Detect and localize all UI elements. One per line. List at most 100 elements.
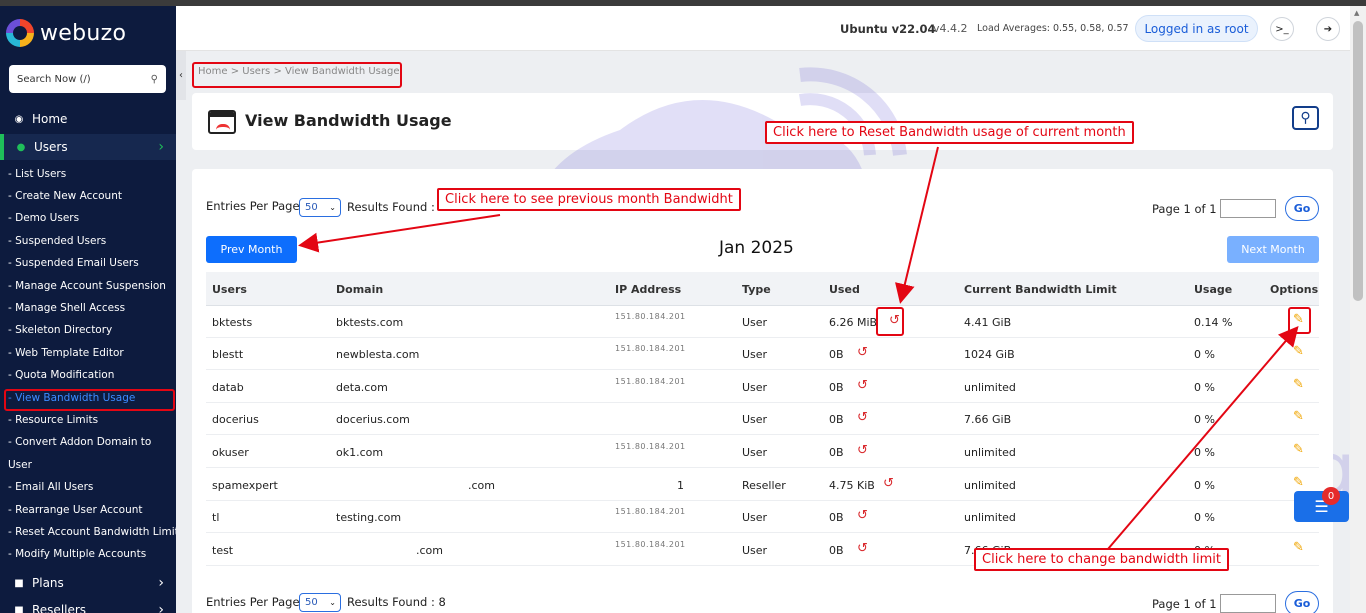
sidebar-subitem[interactable]: - Email All Users	[8, 481, 93, 493]
col-limit[interactable]: Current Bandwidth Limit	[964, 283, 1117, 296]
sidebar-subitem[interactable]: - Demo Users	[8, 212, 79, 224]
go-button[interactable]: Go	[1285, 196, 1319, 221]
sidebar-subitem[interactable]: - Reset Account Bandwidth Limit	[8, 526, 176, 538]
edit-limit-icon[interactable]: ✎	[1293, 475, 1304, 490]
sidebar-item-home[interactable]: ◉ Home	[0, 106, 176, 132]
scrollbar-thumb[interactable]	[1353, 21, 1363, 301]
sidebar-item-resellers[interactable]: ■ Resellers ›	[0, 597, 176, 613]
table-row: datab deta.com 151.80.184.201 User 0B unlimit…	[206, 371, 1319, 403]
chevron-down-icon: ⌄	[329, 598, 336, 607]
cell-domain[interactable]: bktests.com	[336, 316, 403, 329]
cell-domain[interactable]: testing.com	[336, 511, 401, 524]
bandwidth-icon	[208, 110, 236, 134]
col-used[interactable]: Used	[829, 283, 860, 296]
cell-domain[interactable]: newblesta.com	[336, 348, 419, 361]
cell-domain[interactable]: .com	[416, 544, 443, 557]
edit-limit-icon[interactable]: ✎	[1293, 377, 1304, 392]
col-domain[interactable]: Domain	[336, 283, 383, 296]
cell-domain[interactable]: .com	[468, 479, 495, 492]
logged-in-user-button[interactable]: Logged in as root	[1135, 15, 1258, 42]
cell-usage: 0 %	[1194, 511, 1215, 524]
annotation-prev-month: Click here to see previous month Bandwid…	[437, 188, 741, 211]
sidebar-subitem[interactable]: - Quota Modification	[8, 369, 114, 381]
webuzo-version: v4.4.2	[933, 22, 968, 35]
search-button[interactable]: ⚲	[1292, 106, 1319, 130]
sidebar-collapse-toggle[interactable]: ‹	[176, 50, 186, 100]
cell-ip: 151.80.184.201	[615, 442, 686, 449]
col-type[interactable]: Type	[742, 283, 771, 296]
cell-limit: 4.41 GiB	[964, 316, 1012, 329]
entries-per-page-select[interactable]: 50 ⌄	[299, 198, 341, 217]
edit-limit-icon[interactable]: ✎	[1293, 540, 1304, 555]
page-number-input-bottom[interactable]	[1220, 594, 1276, 613]
sidebar-subitem[interactable]: - Suspended Email Users	[8, 257, 139, 269]
cell-domain[interactable]: docerius.com	[336, 413, 410, 426]
breadcrumb-highlight	[192, 62, 402, 88]
cell-user[interactable]: blestt	[212, 348, 243, 361]
reset-bandwidth-icon[interactable]: ↺	[857, 345, 868, 360]
results-found: Results Found : 8	[347, 200, 446, 214]
col-usage[interactable]: Usage	[1194, 283, 1232, 296]
sidebar-subitem[interactable]: - Modify Multiple Accounts	[8, 548, 146, 560]
sidebar-subitem[interactable]: - Resource Limits	[8, 414, 98, 426]
sidebar-subitem[interactable]: - Manage Shell Access	[8, 302, 125, 314]
cell-type: User	[742, 544, 768, 557]
sidebar-search-input[interactable]: Search Now (/) ⚲	[9, 65, 166, 93]
sidebar-subitem[interactable]: - Web Template Editor	[8, 347, 124, 359]
cell-used: 4.75 KiB	[829, 479, 875, 492]
entries-per-page-select-bottom[interactable]: 50 ⌄	[299, 593, 341, 612]
col-users[interactable]: Users	[212, 283, 247, 296]
logo-icon	[6, 19, 34, 47]
sidebar-subitem[interactable]: User	[8, 459, 32, 471]
sidebar-item-plans[interactable]: ■ Plans ›	[0, 570, 176, 596]
logout-button[interactable]: ➔	[1316, 17, 1340, 41]
cell-domain[interactable]: ok1.com	[336, 446, 383, 459]
cell-used: 0B	[829, 544, 844, 557]
next-month-button[interactable]: Next Month	[1227, 236, 1319, 263]
reset-bandwidth-icon[interactable]: ↺	[857, 378, 868, 393]
reset-bandwidth-icon[interactable]: ↺	[857, 508, 868, 523]
page-scrollbar[interactable]: ▲	[1350, 6, 1366, 613]
reset-bandwidth-icon[interactable]: ↺	[857, 541, 868, 556]
sidebar-item-users[interactable]: ● Users ›	[0, 134, 176, 160]
cell-type: User	[742, 381, 768, 394]
cell-user[interactable]: datab	[212, 381, 244, 394]
user-icon: ●	[16, 141, 26, 153]
cell-limit: unlimited	[964, 479, 1016, 492]
cell-ip: 151.80.184.201	[615, 312, 686, 319]
resellers-icon: ■	[14, 604, 24, 613]
search-icon: ⚲	[1300, 110, 1311, 126]
cell-user[interactable]: docerius	[212, 413, 259, 426]
cell-user[interactable]: spamexpert	[212, 479, 278, 492]
sidebar-subitem[interactable]: - List Users	[8, 168, 66, 180]
cell-type: User	[742, 413, 768, 426]
go-button-bottom[interactable]: Go	[1285, 591, 1319, 613]
chevron-right-icon: ›	[158, 602, 164, 613]
cell-user[interactable]: bktests	[212, 316, 252, 329]
chevron-right-icon: ›	[158, 139, 164, 155]
edit-limit-icon[interactable]: ✎	[1293, 442, 1304, 457]
cell-used: 0B	[829, 413, 844, 426]
prev-month-button[interactable]: Prev Month	[206, 236, 297, 263]
reset-bandwidth-icon[interactable]: ↺	[857, 443, 868, 458]
webuzo-logo[interactable]: webuzo	[6, 16, 126, 50]
cell-domain[interactable]: deta.com	[336, 381, 388, 394]
sidebar-subitem[interactable]: - Manage Account Suspension	[8, 280, 166, 292]
terminal-button[interactable]: >_	[1270, 17, 1294, 41]
sidebar-subitem[interactable]: - Convert Addon Domain to	[8, 436, 151, 448]
reset-bandwidth-icon[interactable]: ↺	[883, 476, 894, 491]
sidebar-subitem[interactable]: - Create New Account	[8, 190, 122, 202]
sidebar-subitem[interactable]: - Rearrange User Account	[8, 504, 143, 516]
cell-used: 6.26 MiB	[829, 316, 878, 329]
cell-user[interactable]: tl	[212, 511, 219, 524]
col-ip[interactable]: IP Address	[615, 283, 681, 296]
cell-user[interactable]: test	[212, 544, 233, 557]
cell-user[interactable]: okuser	[212, 446, 249, 459]
edit-limit-icon[interactable]: ✎	[1293, 409, 1304, 424]
sidebar-subitem[interactable]: - Skeleton Directory	[8, 324, 112, 336]
page-number-input[interactable]	[1220, 199, 1276, 218]
chevron-right-icon: ›	[158, 575, 164, 591]
sidebar-subitem[interactable]: - Suspended Users	[8, 235, 106, 247]
edit-limit-icon[interactable]: ✎	[1293, 344, 1304, 359]
reset-bandwidth-icon[interactable]: ↺	[857, 410, 868, 425]
